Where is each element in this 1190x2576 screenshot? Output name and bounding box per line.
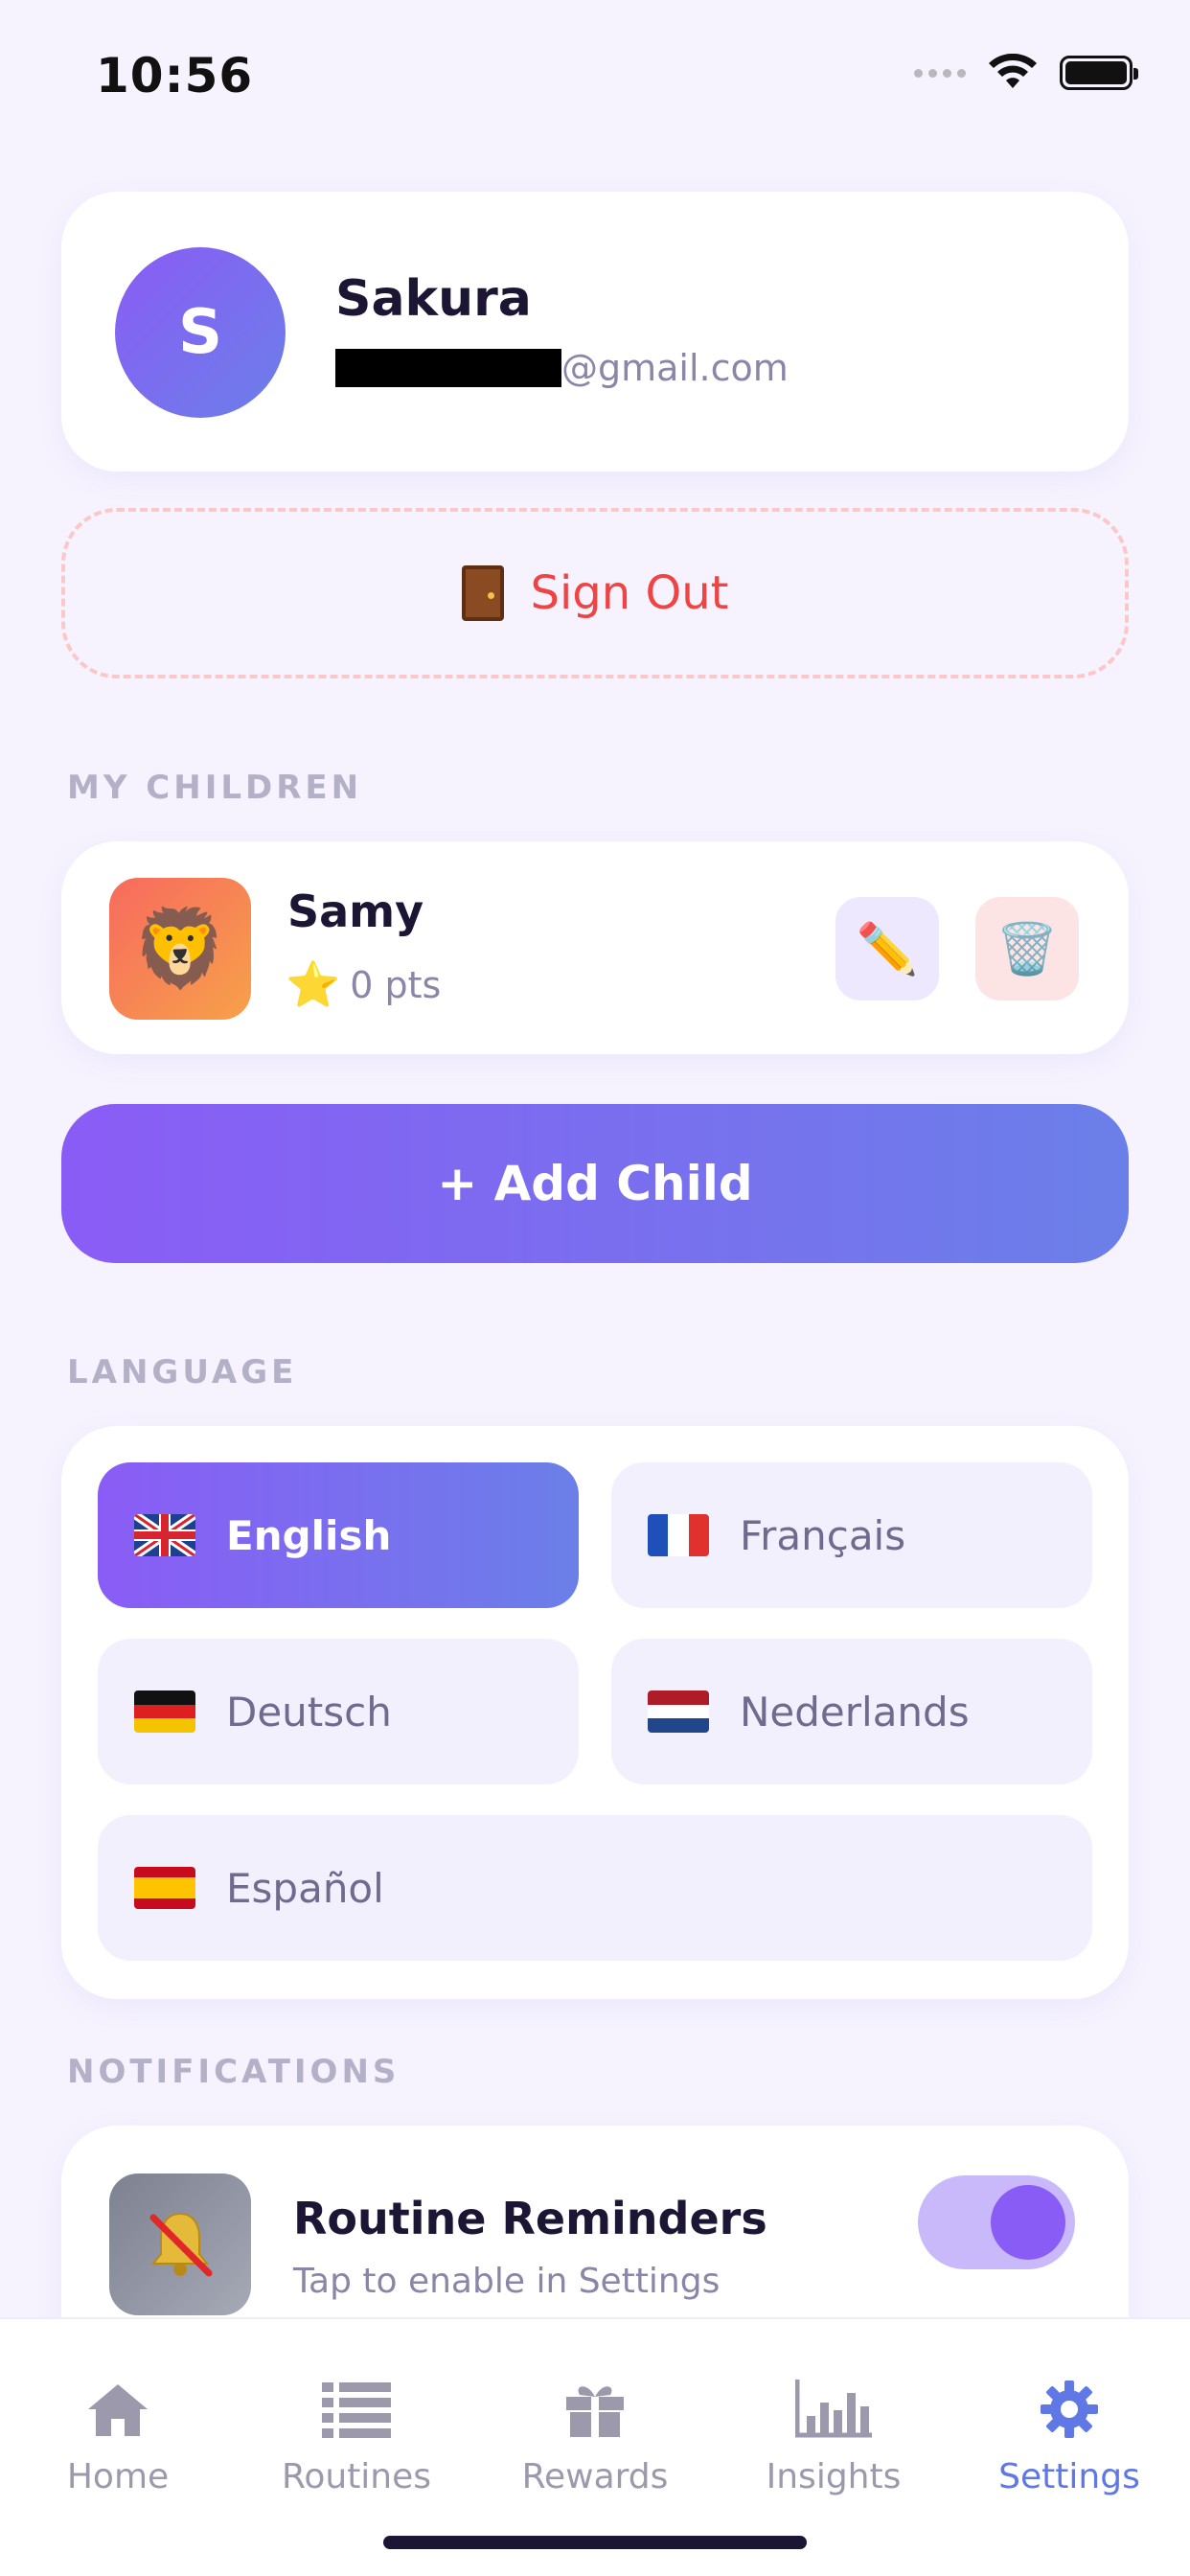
language-option-francais[interactable]: Français <box>611 1462 1092 1608</box>
bell-muted-icon <box>109 2174 251 2315</box>
notification-subtitle: Tap to enable in Settings <box>293 2262 721 2301</box>
email-redaction <box>335 349 561 387</box>
tab-routines[interactable]: Routines <box>251 2377 462 2511</box>
battery-icon <box>1060 56 1138 90</box>
tab-insights[interactable]: Insights <box>728 2377 939 2511</box>
es-flag-icon <box>134 1867 195 1909</box>
uk-flag-icon <box>134 1514 195 1556</box>
status-icons <box>914 54 1138 92</box>
chart-icon <box>795 2377 872 2442</box>
profile-card: S Sakura @gmail.com <box>61 192 1129 472</box>
tab-label: Routines <box>281 2457 432 2496</box>
tab-home[interactable]: Home <box>12 2377 223 2511</box>
tab-label: Settings <box>998 2457 1140 2496</box>
de-flag-icon <box>134 1690 195 1733</box>
tab-settings[interactable]: Settings <box>964 2377 1175 2511</box>
toggle-knob <box>991 2185 1065 2260</box>
trash-icon: 🗑️ <box>995 920 1059 978</box>
status-bar: 10:56 <box>0 0 1190 144</box>
language-option-english[interactable]: English <box>98 1462 579 1608</box>
notification-title: Routine Reminders <box>293 2193 767 2244</box>
language-card: English Français Deutsch Nederlands Espa… <box>61 1426 1129 1999</box>
section-title-children: MY CHILDREN <box>67 769 363 807</box>
tab-rewards[interactable]: Rewards <box>490 2377 700 2511</box>
tab-label: Insights <box>766 2457 902 2496</box>
fr-flag-icon <box>648 1514 709 1556</box>
language-label: Français <box>740 1511 906 1559</box>
profile-email: @gmail.com <box>335 347 789 389</box>
profile-email-domain: @gmail.com <box>561 347 789 389</box>
language-option-deutsch[interactable]: Deutsch <box>98 1639 579 1784</box>
section-title-language: LANGUAGE <box>67 1353 298 1392</box>
gift-icon <box>564 2377 626 2442</box>
language-label: English <box>226 1511 392 1559</box>
child-card[interactable]: 🦁 Samy ⭐ 0 pts ✏️ 🗑️ <box>61 841 1129 1054</box>
lion-avatar-icon: 🦁 <box>109 878 251 1020</box>
list-icon <box>322 2377 391 2442</box>
child-points: ⭐ 0 pts <box>286 958 441 1011</box>
avatar: S <box>115 247 286 418</box>
child-points-value: 0 pts <box>350 963 442 1006</box>
tab-label: Home <box>66 2457 170 2496</box>
pencil-icon: ✏️ <box>856 920 919 978</box>
section-title-notifications: NOTIFICATIONS <box>67 2053 400 2091</box>
signal-icon <box>914 68 966 78</box>
bell-icon <box>149 2212 213 2277</box>
star-icon: ⭐ <box>286 958 341 1010</box>
home-indicator <box>383 2536 807 2549</box>
language-label: Nederlands <box>740 1688 970 1736</box>
delete-child-button[interactable]: 🗑️ <box>975 897 1079 1000</box>
sign-out-label: Sign Out <box>530 566 729 620</box>
edit-child-button[interactable]: ✏️ <box>835 897 939 1000</box>
add-child-button[interactable]: + Add Child <box>61 1104 1129 1263</box>
language-label: Deutsch <box>226 1688 392 1736</box>
language-option-espanol[interactable]: Español <box>98 1815 1092 1961</box>
language-label: Español <box>226 1864 384 1912</box>
door-icon <box>461 565 504 621</box>
sign-out-button[interactable]: Sign Out <box>61 508 1129 678</box>
nl-flag-icon <box>648 1690 709 1733</box>
home-icon <box>86 2377 149 2442</box>
wifi-icon <box>989 54 1037 88</box>
child-name: Samy <box>287 886 424 937</box>
status-time: 10:56 <box>96 48 254 104</box>
profile-name: Sakura <box>335 270 532 328</box>
gear-icon <box>1039 2377 1100 2442</box>
language-option-nederlands[interactable]: Nederlands <box>611 1639 1092 1784</box>
tab-label: Rewards <box>521 2457 669 2496</box>
routine-reminders-toggle[interactable] <box>918 2175 1075 2269</box>
